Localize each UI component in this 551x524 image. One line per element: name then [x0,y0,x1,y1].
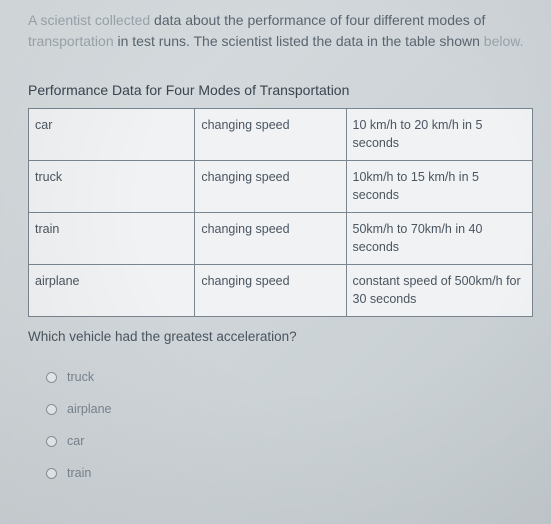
option-label: car [67,434,84,448]
cell-detail: constant speed of 500km/h for 30 seconds [346,265,533,317]
option-train[interactable]: train [46,466,533,480]
option-label: truck [67,370,94,384]
cell-mode: airplane [29,265,195,317]
radio-icon [46,404,57,415]
table-row: airplane changing speed constant speed o… [29,265,533,317]
cell-mode: train [29,213,195,265]
intro-text-2: in test runs. The scientist listed the d… [114,33,484,49]
question-intro: A scientist collected data about the per… [28,10,533,52]
radio-icon [46,372,57,383]
option-airplane[interactable]: airplane [46,402,533,416]
table-row: car changing speed 10 km/h to 20 km/h in… [29,109,533,161]
cell-detail: 10 km/h to 20 km/h in 5 seconds [346,109,533,161]
cell-detail: 50km/h to 70km/h in 40 seconds [346,213,533,265]
intro-text-1: data about the performance of four diffe… [150,12,485,28]
radio-icon [46,468,57,479]
table-row: truck changing speed 10km/h to 15 km/h i… [29,161,533,213]
table-row: train changing speed 50km/h to 70km/h in… [29,213,533,265]
data-table: car changing speed 10 km/h to 20 km/h in… [28,108,533,317]
radio-icon [46,436,57,447]
table-title: Performance Data for Four Modes of Trans… [28,82,533,98]
cell-detail: 10km/h to 15 km/h in 5 seconds [346,161,533,213]
option-label: train [67,466,91,480]
cell-state: changing speed [195,213,346,265]
intro-fade-3: below. [484,33,524,49]
cell-mode: truck [29,161,195,213]
intro-fade-2: transportation [28,33,114,49]
cell-mode: car [29,109,195,161]
sub-question: Which vehicle had the greatest accelerat… [28,329,533,344]
option-truck[interactable]: truck [46,370,533,384]
cell-state: changing speed [195,265,346,317]
option-label: airplane [67,402,111,416]
cell-state: changing speed [195,161,346,213]
cell-state: changing speed [195,109,346,161]
intro-fade-1: A scientist collected [28,12,150,28]
option-car[interactable]: car [46,434,533,448]
answer-options: truck airplane car train [28,370,533,480]
